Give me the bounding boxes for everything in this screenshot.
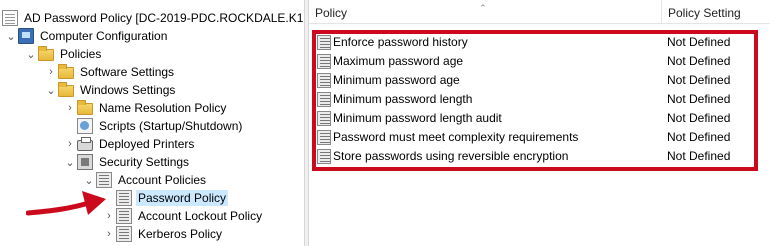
policy-value: Not Defined: [667, 73, 731, 87]
column-header-label: Policy Setting: [668, 6, 741, 20]
tree-root-item[interactable]: AD Password Policy [DC-2019-PDC.ROCKDALE…: [2, 9, 304, 27]
tree-item-software-settings[interactable]: › Software Settings: [44, 63, 176, 81]
policy-setting-icon: [317, 35, 331, 50]
printer-icon: [77, 137, 93, 151]
tree-item-security-settings[interactable]: ⌄ Security Settings: [63, 153, 191, 171]
tree-item-name-resolution-policy[interactable]: › Name Resolution Policy: [63, 99, 228, 117]
policy-setting-icon: [317, 149, 331, 164]
annotation-arrow-icon: [26, 191, 106, 216]
tree-item-label: Scripts (Startup/Shutdown): [99, 119, 243, 133]
policy-folder-icon: [116, 190, 132, 206]
navigation-tree: AD Password Policy [DC-2019-PDC.ROCKDALE…: [0, 0, 304, 246]
tree-item-label: Password Policy: [136, 190, 229, 206]
policy-value: Not Defined: [667, 130, 731, 144]
folder-icon: [58, 82, 74, 97]
policy-setting-icon: [317, 130, 331, 145]
policy-name: Maximum password age: [333, 54, 464, 68]
tree-item-policies[interactable]: ⌄ Policies: [24, 45, 103, 63]
list-item[interactable]: Enforce password history Not Defined: [309, 33, 770, 52]
policy-setting-icon: [317, 73, 331, 88]
tree-item-label: Account Policies: [118, 173, 207, 187]
tree-item-kerberos-policy[interactable]: › Kerberos Policy: [102, 225, 224, 243]
tree-item-windows-settings[interactable]: ⌄ Windows Settings: [44, 81, 177, 99]
chevron-right-icon[interactable]: ›: [63, 99, 77, 117]
chevron-down-icon[interactable]: ⌄: [24, 45, 38, 63]
tree-item-label: Security Settings: [99, 155, 190, 169]
column-header-label: Policy: [315, 6, 348, 20]
security-icon: [77, 154, 93, 170]
policy-value: Not Defined: [667, 92, 731, 106]
chevron-right-icon[interactable]: ›: [102, 225, 116, 243]
chevron-down-icon[interactable]: ⌄: [4, 27, 18, 45]
tree-item-label: Software Settings: [80, 65, 175, 79]
policy-value: Not Defined: [667, 149, 731, 163]
policy-list: Policy ⌃ Policy Setting Enforce password…: [309, 0, 770, 246]
list-item[interactable]: Minimum password length Not Defined: [309, 90, 770, 109]
policy-name: Minimum password length: [333, 92, 473, 106]
list-item[interactable]: Minimum password age Not Defined: [309, 71, 770, 90]
policy-value: Not Defined: [667, 35, 731, 49]
tree-item-deployed-printers[interactable]: › Deployed Printers: [63, 135, 196, 153]
list-header: Policy ⌃ Policy Setting: [309, 0, 770, 24]
list-item[interactable]: Password must meet complexity requiremen…: [309, 128, 770, 147]
folder-icon: [58, 64, 74, 79]
tree-item-label: Name Resolution Policy: [99, 101, 227, 115]
policy-name: Password must meet complexity requiremen…: [333, 130, 579, 144]
tree-item-scripts[interactable]: Scripts (Startup/Shutdown): [63, 117, 244, 135]
sort-ascending-icon: ⌃: [479, 3, 487, 13]
chevron-right-icon[interactable]: ›: [63, 135, 77, 153]
tree-item-label: Policies: [60, 47, 102, 61]
policy-name: Store passwords using reversible encrypt…: [333, 149, 569, 163]
policy-setting-icon: [317, 92, 331, 107]
list-item[interactable]: Maximum password age Not Defined: [309, 52, 770, 71]
policy-folder-icon: [116, 208, 132, 224]
policy-name: Enforce password history: [333, 35, 468, 49]
list-item[interactable]: Store passwords using reversible encrypt…: [309, 147, 770, 166]
script-icon: [77, 118, 93, 134]
computer-icon: [18, 28, 34, 44]
list-item[interactable]: Minimum password length audit Not Define…: [309, 109, 770, 128]
tree-item-label: Windows Settings: [80, 83, 176, 97]
tree-item-label: Kerberos Policy: [138, 227, 223, 241]
folder-icon: [77, 100, 93, 115]
folder-icon: [38, 46, 54, 61]
chevron-down-icon[interactable]: ⌄: [44, 81, 58, 99]
policy-folder-icon: [116, 226, 132, 242]
chevron-down-icon[interactable]: ⌄: [63, 153, 77, 171]
policy-name: Minimum password age: [333, 73, 460, 87]
tree-item-label: Account Lockout Policy: [138, 209, 263, 223]
tree-item-label: Deployed Printers: [99, 137, 195, 151]
policy-name: Minimum password length audit: [333, 111, 502, 125]
tree-root-label: AD Password Policy [DC-2019-PDC.ROCKDALE…: [24, 11, 304, 25]
tree-item-label: Computer Configuration: [40, 29, 168, 43]
policy-value: Not Defined: [667, 54, 731, 68]
tree-item-account-lockout-policy[interactable]: › Account Lockout Policy: [102, 207, 264, 225]
policy-value: Not Defined: [667, 111, 731, 125]
column-header-policy-setting[interactable]: Policy Setting: [661, 0, 770, 24]
chevron-right-icon[interactable]: ›: [44, 63, 58, 81]
policy-setting-icon: [317, 111, 331, 126]
policy-setting-icon: [317, 54, 331, 69]
tree-item-password-policy[interactable]: Password Policy: [102, 189, 229, 207]
policy-document-icon: [2, 10, 18, 26]
tree-item-computer-configuration[interactable]: ⌄ Computer Configuration: [4, 27, 169, 45]
